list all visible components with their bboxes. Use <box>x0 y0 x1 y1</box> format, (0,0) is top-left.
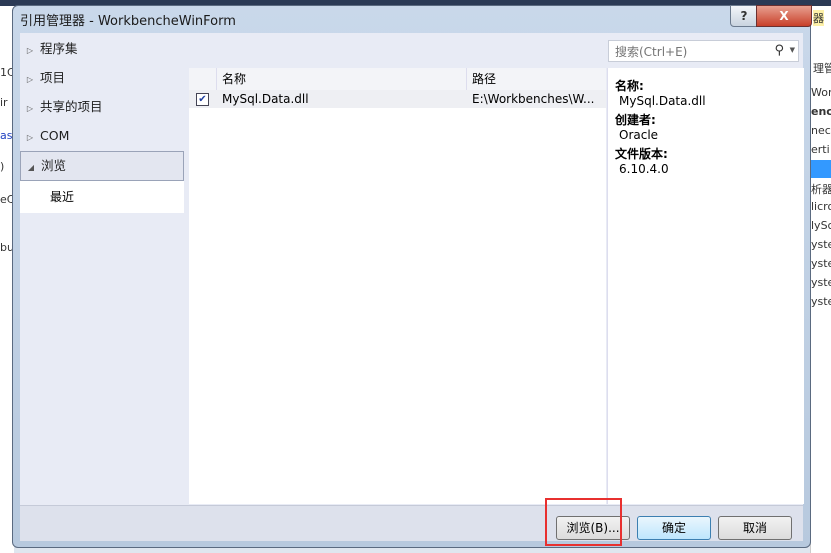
code-fragment: ) <box>0 160 5 173</box>
detail-version-value: 6.10.4.0 <box>619 162 669 176</box>
checkbox-column-header <box>189 68 217 90</box>
expand-triangle-icon: ▷ <box>26 133 34 142</box>
panel-fragment: yste <box>811 295 831 308</box>
column-header-name[interactable]: 名称 <box>217 68 467 90</box>
table-row[interactable]: MySql.Data.dll E:\Workbenches\W... <box>189 90 606 108</box>
panel-fragment: erti <box>811 143 830 156</box>
nav-item-label: 共享的项目 <box>40 99 103 114</box>
nav-item-browse[interactable]: ◢ 浏览 <box>20 151 184 181</box>
panel-fragment: lySc <box>811 219 831 232</box>
expand-triangle-icon: ▷ <box>26 46 34 55</box>
row-name: MySql.Data.dll <box>222 92 309 106</box>
search-box[interactable]: ⚲ ▼ <box>608 40 799 62</box>
detail-creator-value: Oracle <box>619 128 659 142</box>
code-fragment: as <box>0 129 13 142</box>
panel-fragment: yste <box>811 276 831 289</box>
help-button[interactable]: ? <box>730 5 758 27</box>
column-header-path[interactable]: 路径 <box>467 68 606 90</box>
row-checkbox[interactable]: ✔ <box>196 93 209 106</box>
panel-fragment: nect <box>811 124 831 137</box>
panel-fragment: yste <box>811 257 831 270</box>
reference-list <box>189 68 606 504</box>
detail-name-label: 名称: <box>615 79 644 93</box>
row-path: E:\Workbenches\W... <box>472 92 595 106</box>
detail-name-value: MySql.Data.dll <box>619 94 706 108</box>
search-icon[interactable]: ⚲ <box>774 43 784 58</box>
ok-button[interactable]: 确定 <box>637 516 711 540</box>
nav-subitem-recent[interactable]: 最近 <box>20 181 184 213</box>
panel-fragment: 器 <box>813 10 824 26</box>
collapse-triangle-icon: ◢ <box>27 163 35 172</box>
nav-item-projects[interactable]: ▷ 项目 <box>20 64 184 92</box>
panel-fragment: 析器 <box>811 183 831 196</box>
highlight-annotation-box <box>545 498 622 546</box>
detail-creator-label: 创建者: <box>615 113 656 127</box>
nav-item-assemblies[interactable]: ▷ 程序集 <box>20 35 184 63</box>
cancel-button[interactable]: 取消 <box>718 516 792 540</box>
code-fragment: ir <box>0 96 8 109</box>
expand-triangle-icon: ▷ <box>26 104 34 113</box>
window-title: 引用管理器 - WorkbencheWinForm <box>20 14 236 29</box>
search-input[interactable] <box>613 42 767 62</box>
nav-panel: ▷ 程序集 ▷ 项目 ▷ 共享的项目 ▷ COM ◢ 浏览 <box>20 33 185 505</box>
close-button[interactable]: X <box>756 5 812 27</box>
nav-item-shared-projects[interactable]: ▷ 共享的项目 <box>20 93 184 121</box>
background-solution-explorer: 器 理管 Wor encl nect erti 析器 licro lySc ys… <box>810 0 831 553</box>
nav-item-com[interactable]: ▷ COM <box>20 122 184 150</box>
panel-fragment: Wor <box>811 86 831 99</box>
detail-version-label: 文件版本: <box>615 147 668 161</box>
chevron-down-icon[interactable]: ▼ <box>790 46 795 54</box>
nav-item-label: 程序集 <box>40 41 78 56</box>
nav-item-label: 浏览 <box>41 158 67 173</box>
expand-triangle-icon: ▷ <box>26 75 34 84</box>
nav-item-label: COM <box>40 128 70 143</box>
list-header: 名称 路径 <box>189 68 606 91</box>
nav-item-label: 项目 <box>40 70 66 85</box>
panel-fragment: encl <box>811 105 831 118</box>
panel-fragment: yste <box>811 238 831 251</box>
panel-fragment: licro <box>811 200 831 213</box>
panel-fragment: 理管 <box>813 62 831 75</box>
